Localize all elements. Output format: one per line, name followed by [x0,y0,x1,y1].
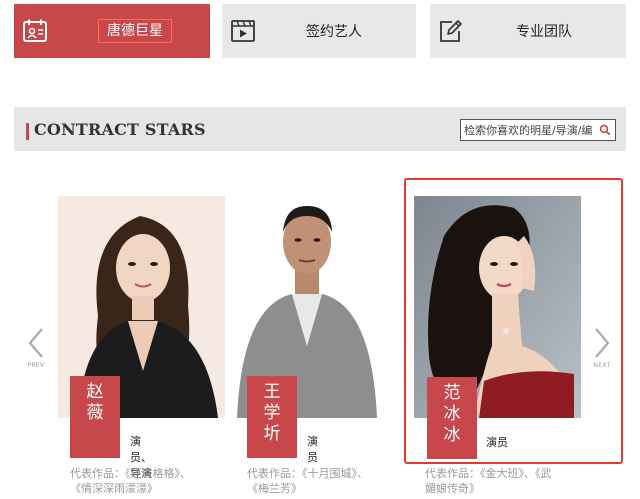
tab-label: 唐德巨星 [98,19,172,43]
star-works: 代表作品：《金大班》、《武 媚娘传奇》 [425,467,552,495]
star-name: 赵 薇 [70,376,120,458]
calendar-person-icon [23,19,47,42]
tab-professional-team[interactable]: 专业团队 [430,4,626,58]
tab-label: 专业团队 [516,24,572,40]
search-box [460,119,616,141]
star-name: 范 冰 冰 [427,377,477,459]
star-role: 演员 [486,436,508,449]
prev-button[interactable]: PREV [24,326,48,369]
tab-tangde-stars[interactable]: 唐德巨星 [14,4,210,58]
edit-note-icon [440,20,462,42]
search-icon[interactable] [599,124,611,136]
tab-contract-artists[interactable]: 签约艺人 [222,4,416,58]
star-name: 王 学 圻 [247,376,297,458]
search-input[interactable] [464,121,592,139]
tab-label: 签约艺人 [306,24,362,40]
video-play-icon [231,20,255,42]
top-tabs: 唐德巨星 签约艺人 专业团队 [0,0,640,62]
section-accent-bar [26,123,29,140]
section-header: CONTRACT STARS [14,107,626,151]
star-role: 演员 [307,435,318,464]
prev-label: PREV [27,362,45,369]
star-card-fan-bingbing[interactable]: 范 冰 冰 演员 [404,178,623,464]
star-works: 代表作品：《十月围城》、 《梅兰芳》 [247,467,368,495]
chevron-left-icon [28,328,43,358]
section-title: CONTRACT STARS [34,120,206,139]
star-works: 代表作品：《还珠格格》、 《情深深雨濛濛》 [70,467,191,495]
